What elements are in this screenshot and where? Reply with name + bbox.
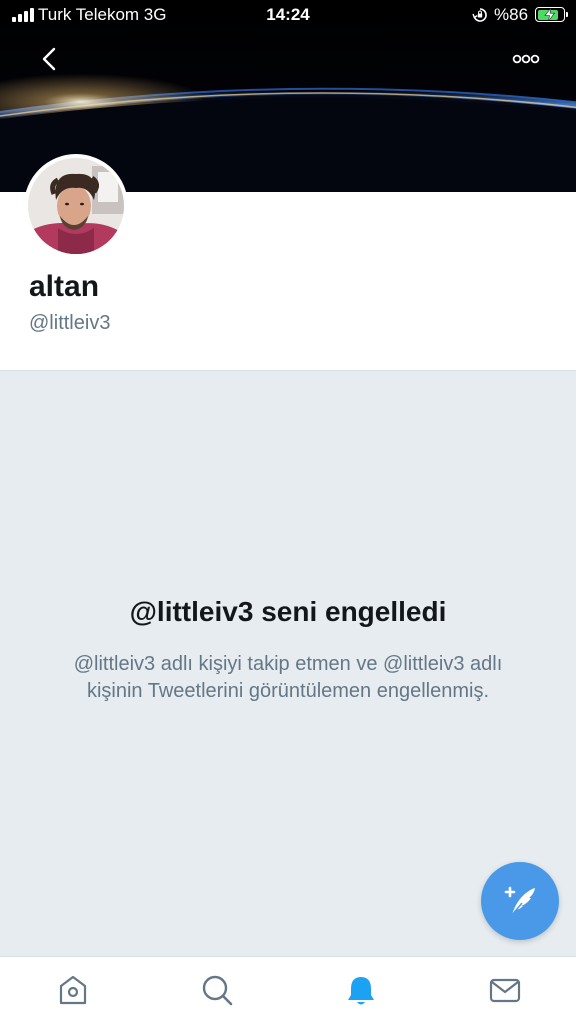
tab-notifications[interactable]	[344, 973, 378, 1007]
status-bar: Turk Telekom 3G 14:24 %86	[0, 0, 576, 30]
avatar[interactable]	[24, 154, 128, 258]
blocked-message: @littleiv3 adlı kişiyi takip etmen ve @l…	[73, 653, 503, 702]
home-icon	[59, 975, 87, 1005]
more-horizontal-icon	[512, 54, 540, 64]
profile-photo	[28, 158, 124, 254]
compose-tweet-icon	[504, 886, 535, 916]
messages-icon	[489, 978, 521, 1003]
tab-home[interactable]	[56, 973, 90, 1007]
back-button[interactable]	[30, 40, 70, 80]
tab-search[interactable]	[200, 973, 234, 1007]
profile-display-name: altan	[29, 270, 100, 303]
orientation-lock-icon	[472, 8, 487, 22]
bottom-tab-bar	[0, 956, 576, 1024]
tab-messages[interactable]	[488, 973, 522, 1007]
battery-cap	[566, 12, 568, 17]
blocked-title: @littleiv3 seni engelledi	[129, 596, 447, 627]
battery-percent: %86	[494, 5, 529, 24]
compose-tweet-button[interactable]	[481, 862, 559, 940]
profile-handle: @littleiv3	[29, 312, 111, 334]
search-icon	[202, 975, 233, 1006]
status-time: 14:24	[266, 5, 310, 24]
chevron-left-icon	[42, 47, 56, 71]
notifications-icon	[348, 977, 374, 1005]
bolt-icon	[544, 7, 556, 22]
more-options-button[interactable]	[506, 44, 546, 74]
